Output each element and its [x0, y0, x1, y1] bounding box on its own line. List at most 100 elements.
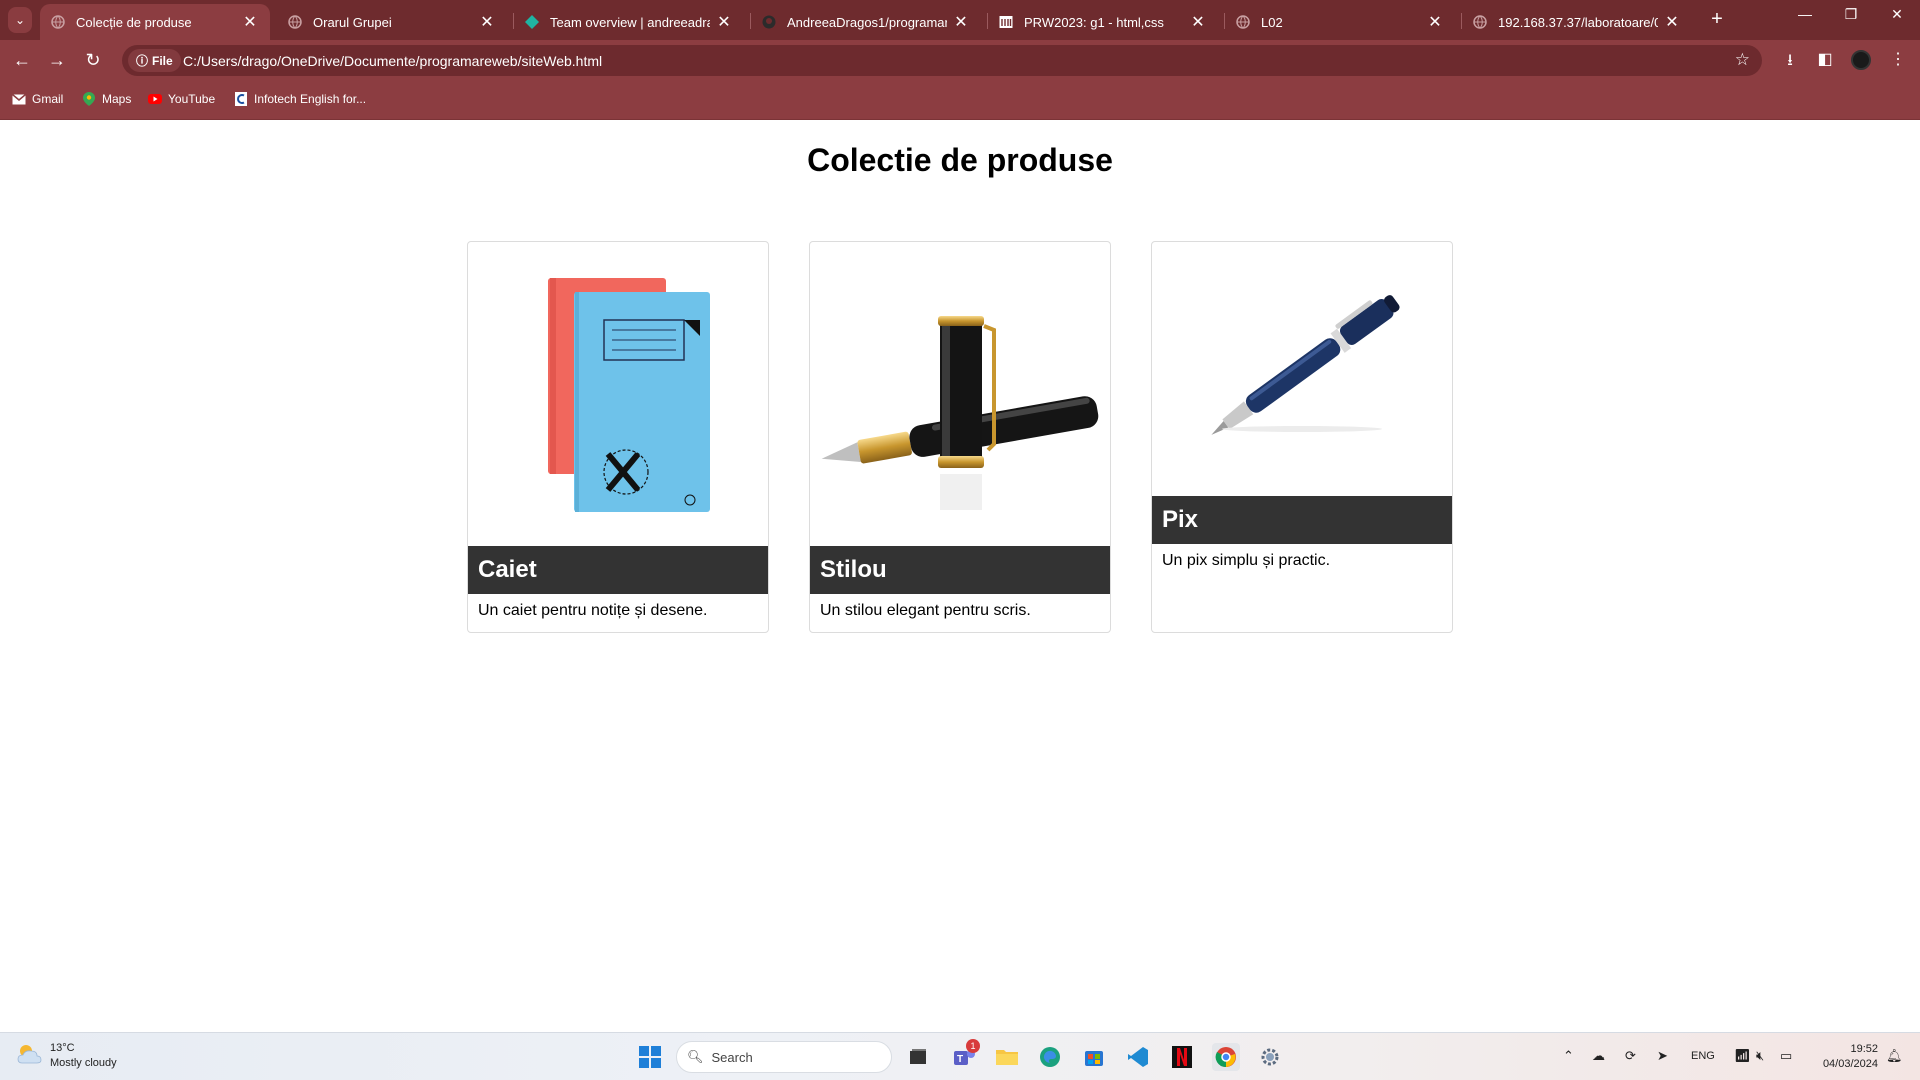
bookmark-gmail[interactable]: Gmail [12, 92, 63, 106]
battery-icon[interactable]: ▭ [1780, 1048, 1792, 1064]
browser-toolbar: ← → ↻ ⓘ File C:/Users/drago/OneDrive/Doc… [0, 40, 1920, 80]
bookmark-label: YouTube [168, 92, 216, 106]
restore-icon: ❐ [1844, 6, 1858, 22]
page-title: Colectie de produse [807, 142, 1113, 178]
product-name: Stilou [810, 546, 1110, 594]
product-card-pix: Pix Un pix simplu și practic. [1151, 241, 1453, 633]
task-view-button[interactable] [904, 1043, 932, 1071]
weather-widget[interactable]: 13°C Mostly cloudy [16, 1041, 117, 1071]
address-bar[interactable]: ⓘ File C:/Users/drago/OneDrive/Documente… [122, 45, 1762, 76]
store-app[interactable] [1080, 1043, 1108, 1071]
send-icon[interactable]: ➤ [1657, 1048, 1668, 1064]
close-icon[interactable]: ✕ [953, 12, 969, 32]
profile-avatar[interactable] [1851, 50, 1871, 70]
forward-button[interactable]: → [45, 48, 69, 72]
tab-colectie[interactable]: Colecție de produse ✕ [40, 4, 270, 40]
product-description: Un stilou elegant pentru scris. [820, 602, 1031, 619]
edge-app[interactable] [1036, 1043, 1064, 1071]
folder-icon [996, 1050, 1018, 1065]
restore-button[interactable]: ❐ [1828, 6, 1874, 23]
moodle-icon [998, 14, 1014, 30]
vscode-icon [1128, 1047, 1148, 1067]
close-window-button[interactable]: ✕ [1874, 6, 1920, 23]
clock-time: 19:52 [1850, 1043, 1878, 1055]
back-button[interactable]: ← [10, 48, 34, 72]
task-view-icon [910, 1049, 926, 1064]
bookmark-maps[interactable]: Maps [82, 92, 131, 106]
close-icon[interactable]: ✕ [479, 12, 495, 32]
product-description: Un pix simplu și practic. [1162, 552, 1331, 569]
tab-github[interactable]: AndreeaDragos1/programareweb ✕ [751, 4, 981, 40]
menu-button[interactable]: ⋮ [1886, 49, 1910, 69]
netflix-icon [1172, 1046, 1192, 1068]
taskbar-search[interactable]: 🔍︎ Search [676, 1041, 892, 1073]
close-icon[interactable]: ✕ [242, 12, 258, 32]
side-panel-button[interactable]: ◧ [1813, 49, 1837, 69]
weather-condition: Mostly cloudy [50, 1057, 117, 1069]
browser-tab-bar: ⌄ Colecție de produse ✕ Orarul Grupei ✕ … [0, 0, 1920, 40]
minimize-button[interactable]: — [1782, 6, 1828, 22]
downloads-button[interactable]: ⭳ [1778, 49, 1802, 76]
close-icon[interactable]: ✕ [1664, 12, 1680, 32]
file-explorer-app[interactable] [993, 1043, 1021, 1071]
tab-prw2023[interactable]: PRW2023: g1 - html,css ✕ [988, 4, 1218, 40]
notifications-bell-icon[interactable]: 🔔︎ [1886, 1048, 1903, 1064]
chevron-up-icon[interactable]: ⌃ [1563, 1048, 1574, 1064]
windows-taskbar: 13°C Mostly cloudy 🔍︎ Search T 1 ⌃ ☁ ⟳ ➤… [0, 1032, 1920, 1080]
tab-title: Orarul Grupei [313, 14, 392, 30]
close-icon[interactable]: ✕ [716, 12, 732, 32]
close-icon: ✕ [1891, 6, 1903, 22]
onedrive-icon[interactable]: ☁ [1592, 1048, 1605, 1064]
info-icon: ⓘ [136, 54, 149, 68]
bookmarks-bar: Gmail Maps YouTube Infotech English for.… [0, 80, 1920, 120]
page-content: Colectie de produse Caiet Un caiet pentr… [0, 120, 1920, 1032]
tab-search-button[interactable]: ⌄ [8, 7, 32, 33]
close-icon[interactable]: ✕ [1190, 12, 1206, 32]
chevron-down-icon: ⌄ [14, 13, 26, 27]
notification-badge: 1 [966, 1039, 980, 1053]
tab-orarul[interactable]: Orarul Grupei ✕ [277, 4, 507, 40]
side-panel-icon: ◧ [1817, 51, 1833, 68]
reload-icon: ↻ [85, 49, 101, 70]
tab-team-overview[interactable]: Team overview | andreeadragos ✕ [514, 4, 744, 40]
more-vertical-icon: ⋮ [1890, 51, 1906, 68]
github-icon [761, 14, 777, 30]
wifi-icon[interactable]: 📶︎ [1734, 1048, 1751, 1064]
globe-icon [287, 14, 303, 30]
bookmark-youtube[interactable]: YouTube [148, 92, 215, 106]
system-clock[interactable]: 19:52 04/03/2024 [1808, 1042, 1878, 1072]
reload-button[interactable]: ↻ [81, 48, 105, 72]
site-info-chip[interactable]: ⓘ File [128, 49, 181, 72]
language-indicator[interactable]: ENG [1691, 1050, 1715, 1062]
new-tab-button[interactable]: + [1705, 8, 1729, 31]
globe-icon [1472, 14, 1488, 30]
youtube-icon [148, 92, 162, 106]
scheme-label: File [152, 53, 173, 68]
tab-title: AndreeaDragos1/programareweb [787, 14, 947, 30]
netflix-app[interactable] [1168, 1043, 1196, 1071]
start-button[interactable] [636, 1043, 664, 1071]
settings-app[interactable] [1256, 1043, 1284, 1071]
vscode-app[interactable] [1124, 1043, 1152, 1071]
bookmark-label: Infotech English for... [254, 92, 367, 106]
tab-title: PRW2023: g1 - html,css [1024, 14, 1164, 30]
tab-laboratoare[interactable]: 192.168.37.37/laboratoare/02/c ✕ [1462, 4, 1692, 40]
product-card-caiet: Caiet Un caiet pentru notițe și desene. [467, 241, 769, 633]
search-placeholder: Search [711, 1049, 753, 1065]
bookmark-label: Gmail [32, 92, 64, 106]
bookmark-star-icon[interactable]: ☆ [1735, 50, 1750, 70]
search-icon: 🔍︎ [687, 1049, 704, 1064]
close-icon[interactable]: ✕ [1427, 12, 1443, 32]
mail-icon [12, 92, 26, 106]
url-text[interactable]: C:/Users/drago/OneDrive/Documente/progra… [183, 53, 602, 69]
chrome-app[interactable] [1212, 1043, 1240, 1071]
volume-muted-icon[interactable]: 🔇︎ [1756, 1048, 1764, 1064]
tab-l02[interactable]: L02 ✕ [1225, 4, 1455, 40]
sync-icon[interactable]: ⟳ [1625, 1048, 1636, 1064]
notebooks-image [468, 242, 768, 546]
minimize-icon: — [1798, 6, 1812, 22]
partly-cloudy-icon [16, 1043, 42, 1070]
bookmark-infotech[interactable]: Infotech English for... [234, 92, 366, 106]
teams-app[interactable]: T 1 [950, 1039, 980, 1071]
ballpoint-pen-image [1152, 242, 1452, 496]
